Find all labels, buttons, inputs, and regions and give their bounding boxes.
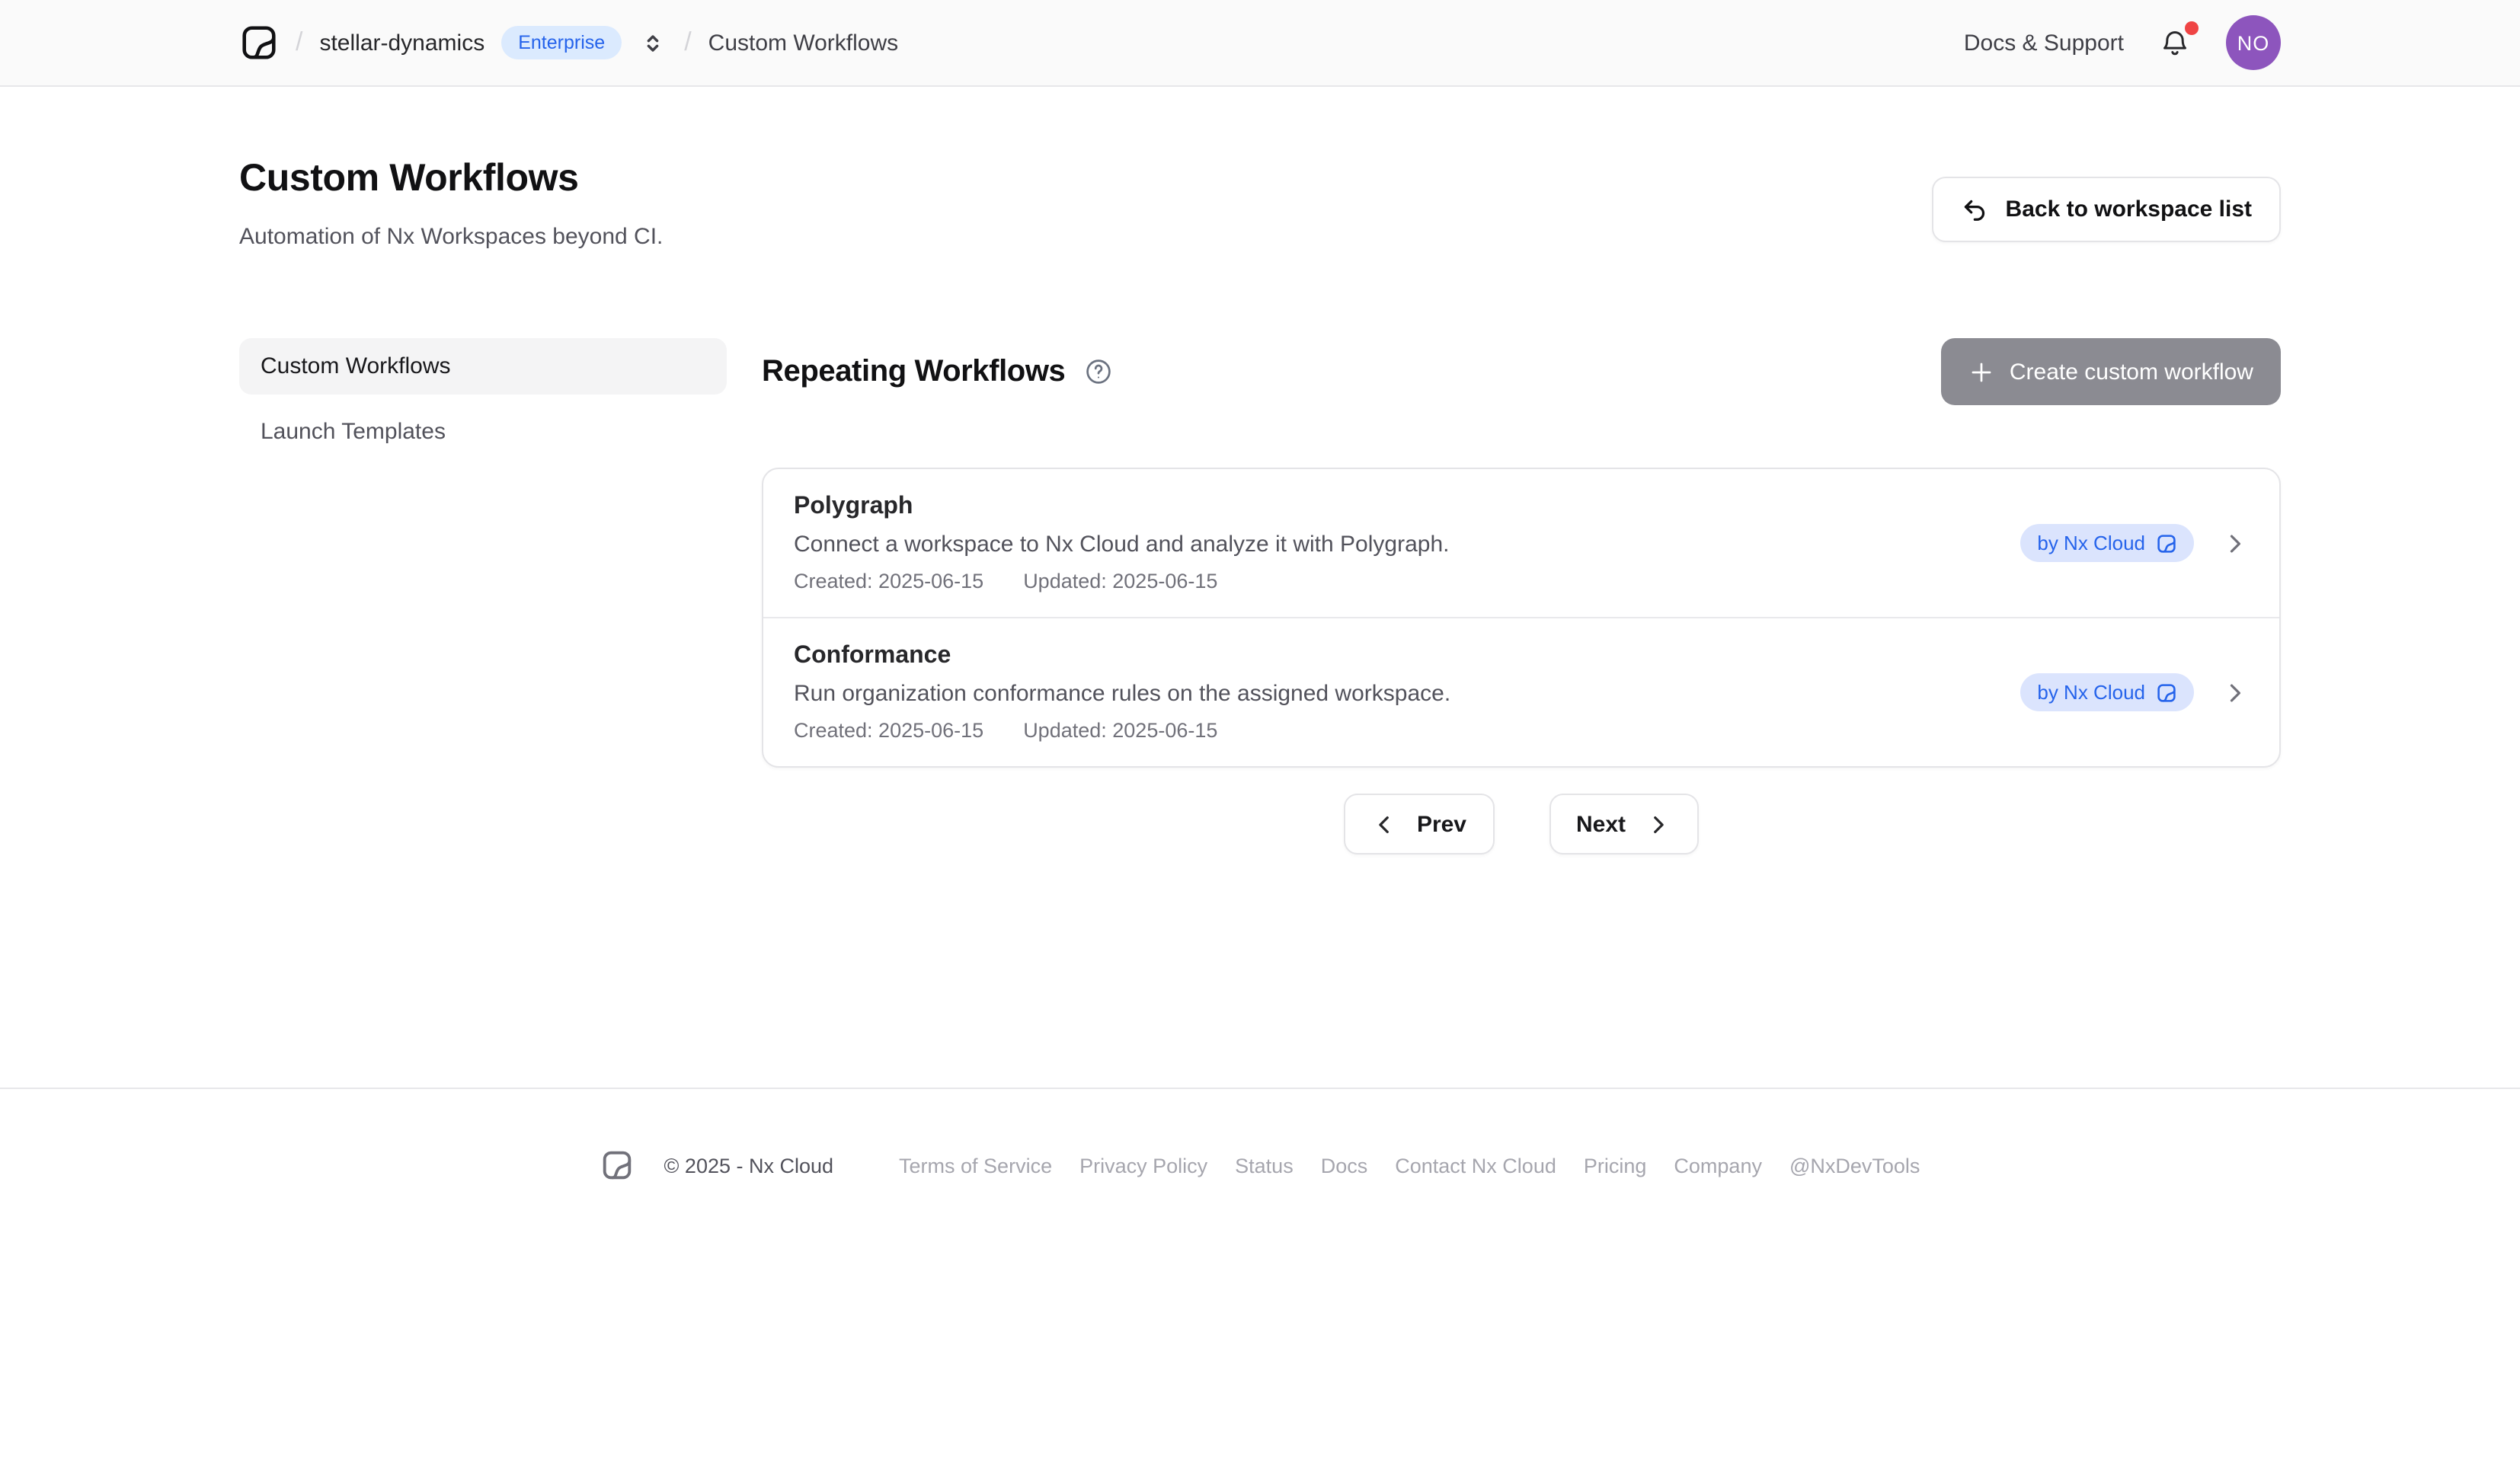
workflow-row-right: by Nx Cloud [2020,524,2249,562]
sidebar-item-custom-workflows[interactable]: Custom Workflows [239,338,727,395]
nx-mini-logo-icon [2156,532,2177,554]
workflow-row-polygraph[interactable]: Polygraph Connect a workspace to Nx Clou… [763,469,2279,617]
notification-dot [2185,21,2199,34]
workflow-name: Conformance [794,643,1450,670]
create-button-label: Create custom workflow [2010,359,2253,385]
badge-label: by Nx Cloud [2037,681,2145,704]
chevron-right-icon [1645,811,1671,837]
workspace-switcher-button[interactable] [638,28,667,57]
page-footer: © 2025 - Nx Cloud Terms of Service Priva… [0,1088,2520,1182]
workflows-card: Polygraph Connect a workspace to Nx Clou… [762,468,2281,768]
footer-inner: © 2025 - Nx Cloud Terms of Service Priva… [0,1089,2520,1182]
prev-page-button[interactable]: Prev [1344,794,1494,854]
prev-label: Prev [1417,811,1466,837]
workflow-row-right: by Nx Cloud [2020,673,2249,711]
back-to-workspace-list-button[interactable]: Back to workspace list [1933,177,2281,242]
plan-badge: Enterprise [501,26,622,60]
page-title: Custom Workflows [239,157,663,201]
workflow-meta: Created: 2025-06-15 Updated: 2025-06-15 [794,570,1449,593]
workflow-row-conformance[interactable]: Conformance Run organization conformance… [763,617,2279,766]
section-title: Repeating Workflows [762,354,1065,389]
pagination: Prev Next [762,794,2281,854]
workflow-updated: Updated: 2025-06-15 [1023,719,1217,742]
back-button-label: Back to workspace list [2006,196,2252,222]
chevron-left-icon [1371,811,1397,837]
breadcrumb-separator: / [684,27,691,58]
footer-link-docs[interactable]: Docs [1321,1154,1368,1177]
next-page-button[interactable]: Next [1549,794,1699,854]
page-header-text: Custom Workflows Automation of Nx Worksp… [239,157,663,250]
help-button[interactable] [1085,358,1112,385]
by-nx-cloud-badge: by Nx Cloud [2020,673,2194,711]
footer-links: Terms of Service Privacy Policy Status D… [899,1154,1920,1177]
page-header: Custom Workflows Automation of Nx Worksp… [239,157,2281,250]
navbar-right: Docs & Support NO [1964,15,2281,70]
section-header: Repeating Workflows Create custom workfl… [762,338,2281,405]
help-circle-icon [1085,358,1112,385]
breadcrumb-separator: / [296,27,302,58]
next-label: Next [1576,811,1626,837]
footer-link-status[interactable]: Status [1235,1154,1294,1177]
settings-sidebar: Custom Workflows Launch Templates [239,338,727,460]
chevron-right-icon [2221,529,2249,557]
workflow-description: Connect a workspace to Nx Cloud and anal… [794,532,1449,557]
navbar-inner: / stellar-dynamics Enterprise / Custom W… [239,15,2281,70]
nx-mini-logo-icon [2156,682,2177,703]
footer-link-pricing[interactable]: Pricing [1584,1154,1647,1177]
workflow-info: Conformance Run organization conformance… [794,643,1450,742]
footer-link-nxdevtools[interactable]: @NxDevTools [1789,1154,1920,1177]
footer-link-contact[interactable]: Contact Nx Cloud [1395,1154,1556,1177]
workflow-updated: Updated: 2025-06-15 [1023,570,1217,593]
nx-logo-icon [239,23,279,62]
workflow-name: Polygraph [794,494,1449,521]
chevron-up-down-icon [641,31,664,54]
footer-link-terms[interactable]: Terms of Service [899,1154,1052,1177]
workflow-created: Created: 2025-06-15 [794,719,983,742]
sidebar-item-launch-templates[interactable]: Launch Templates [239,404,727,460]
badge-label: by Nx Cloud [2037,532,2145,554]
workflow-meta: Created: 2025-06-15 Updated: 2025-06-15 [794,719,1450,742]
workflow-created: Created: 2025-06-15 [794,570,983,593]
create-custom-workflow-button[interactable]: Create custom workflow [1941,338,2281,405]
copyright-text: © 2025 - Nx Cloud [664,1154,834,1177]
content-area: Custom Workflows Launch Templates Repeat… [239,338,2281,854]
nx-logo[interactable] [239,23,279,62]
return-arrow-icon [1962,196,1989,223]
footer-link-company[interactable]: Company [1674,1154,1762,1177]
user-avatar[interactable]: NO [2226,15,2281,70]
breadcrumb-workspace[interactable]: stellar-dynamics [319,30,484,56]
main-panel: Repeating Workflows Create custom workfl… [762,338,2281,854]
notifications-button[interactable] [2156,24,2194,62]
docs-support-link[interactable]: Docs & Support [1964,30,2124,56]
chevron-right-icon [2221,679,2249,706]
plus-icon [1968,359,1994,385]
footer-nx-logo-icon [600,1148,634,1182]
by-nx-cloud-badge: by Nx Cloud [2020,524,2194,562]
app-root: / stellar-dynamics Enterprise / Custom W… [0,0,2520,1479]
top-navbar: / stellar-dynamics Enterprise / Custom W… [0,0,2520,87]
breadcrumb-page[interactable]: Custom Workflows [708,30,899,56]
breadcrumb: / stellar-dynamics Enterprise / Custom W… [239,23,898,62]
footer-link-privacy[interactable]: Privacy Policy [1079,1154,1207,1177]
workflow-description: Run organization conformance rules on th… [794,681,1450,707]
page-subtitle: Automation of Nx Workspaces beyond CI. [239,224,663,250]
workflow-info: Polygraph Connect a workspace to Nx Clou… [794,494,1449,593]
